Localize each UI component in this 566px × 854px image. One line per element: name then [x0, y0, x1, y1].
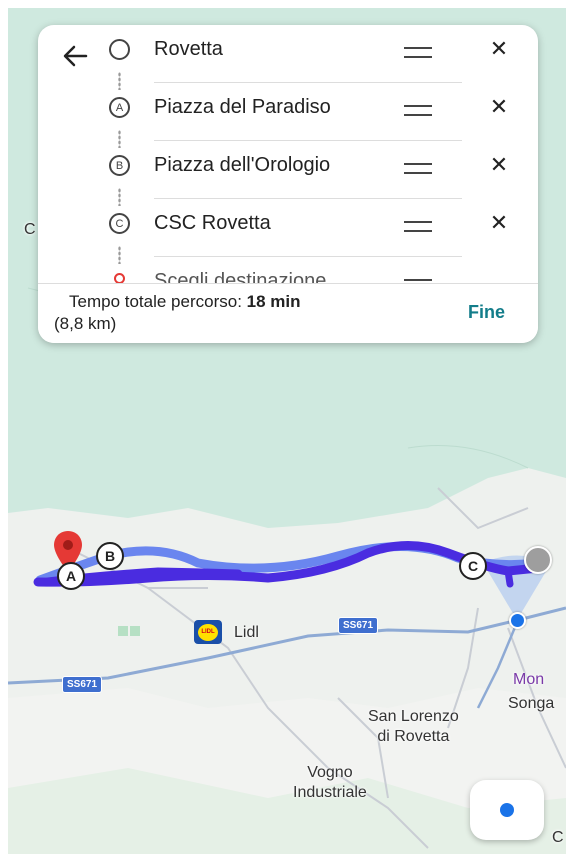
stop-name[interactable]: Piazza del Paradiso	[154, 94, 331, 120]
waypoint-a-icon: A	[109, 97, 130, 118]
waypoint-c-icon: C	[109, 213, 130, 234]
drag-handle-icon[interactable]	[404, 105, 432, 116]
map-label-mon: Mon	[513, 671, 545, 688]
lidl-logo-icon[interactable]: LIDL	[194, 620, 222, 644]
done-button[interactable]: Fine	[468, 302, 505, 323]
remove-stop-icon[interactable]: ✕	[488, 154, 510, 176]
map-label-songa: Songa	[508, 695, 555, 712]
drag-handle-icon[interactable]	[404, 47, 432, 58]
total-distance: (8,8 km)	[54, 314, 117, 333]
drag-handle-icon[interactable]	[404, 163, 432, 174]
remove-stop-icon[interactable]: ✕	[488, 212, 510, 234]
map-label-edge-c-left: C	[24, 221, 36, 238]
map-label-lidl[interactable]: Lidl	[234, 623, 259, 643]
map-label-san-lorenzo: San Lorenzo di Rovetta	[368, 708, 459, 745]
origin-circle-icon	[109, 39, 130, 60]
waypoint-b-icon: B	[109, 155, 130, 176]
remove-stop-icon[interactable]: ✕	[488, 96, 510, 118]
route-summary: Tempo totale percorso: 18 min (8,8 km) F…	[38, 283, 538, 343]
stop-name[interactable]: CSC Rovetta	[154, 210, 271, 236]
waypoint-marker-c[interactable]: C	[459, 552, 487, 580]
waypoint-marker-b[interactable]: B	[96, 542, 124, 570]
map-label-edge-c-bottom: C	[552, 829, 564, 846]
road-shield-ss671-left: SS671	[62, 676, 103, 693]
map-label-vogno: Vogno Industriale	[293, 764, 367, 801]
remove-stop-icon[interactable]: ✕	[488, 38, 510, 60]
drag-handle-icon[interactable]	[404, 221, 432, 232]
road-shield-ss671: SS671	[338, 617, 379, 634]
stop-row-b[interactable]: B Piazza dell'Orologio ✕	[38, 141, 538, 199]
total-time-value: 18 min	[246, 292, 301, 311]
total-time: Tempo totale percorso: 18 min	[69, 292, 301, 312]
my-location-dot-icon	[509, 612, 526, 629]
origin-endpoint-marker[interactable]	[524, 546, 552, 574]
waypoint-marker-a[interactable]: A	[57, 562, 85, 590]
location-dot-icon	[500, 803, 514, 817]
my-location-button[interactable]	[470, 780, 544, 840]
stop-row-c[interactable]: C CSC Rovetta ✕	[38, 199, 538, 257]
stop-row-origin[interactable]: Rovetta ✕	[38, 25, 538, 83]
total-time-label: Tempo totale percorso:	[69, 292, 242, 311]
stop-row-a[interactable]: A Piazza del Paradiso ✕	[38, 83, 538, 141]
directions-card: Rovetta ✕ A Piazza del Paradiso ✕ B Piaz…	[38, 25, 538, 343]
stop-name[interactable]: Rovetta	[154, 36, 223, 62]
stop-name[interactable]: Piazza dell'Orologio	[154, 152, 330, 178]
